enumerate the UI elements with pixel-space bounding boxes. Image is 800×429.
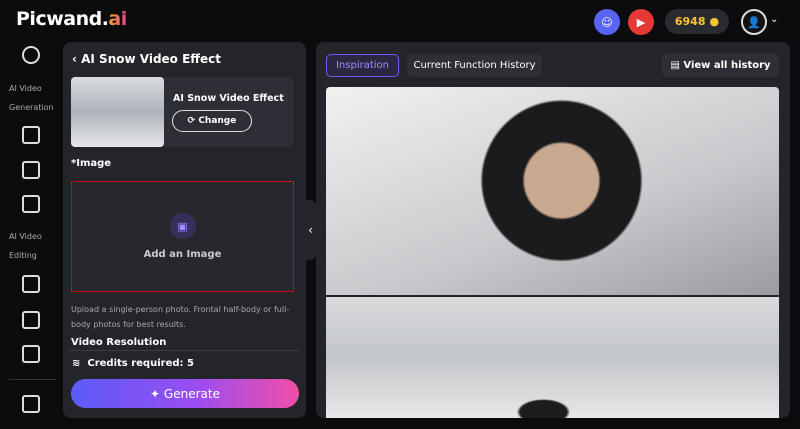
text-icon[interactable] [22,195,40,213]
chevron-down-icon[interactable]: ⌄ [770,14,778,25]
avatar-icon[interactable]: 👤 [741,9,767,35]
video-enhance-icon[interactable] [22,311,40,329]
coins-icon: ≋ [72,358,81,369]
inspiration-image-1[interactable] [326,87,779,295]
logo[interactable]: Picwand.ai [16,8,127,30]
video-edit-icon[interactable] [22,275,40,293]
effect-thumbnail [71,77,164,147]
generate-button[interactable]: ✦ Generate [71,379,299,408]
effect-name: AI Snow Video Effect [173,93,284,104]
upload-area[interactable]: ▣ Add an Image [71,181,294,292]
youtube-icon[interactable]: ▶ [628,9,654,35]
add-image-icon: ▣ [169,213,196,239]
sidebar-section-editing: AI Video Editing [9,232,42,260]
folder-icon: ▤ [670,59,680,71]
credits-required: ≋ Credits required: 5 [72,358,194,369]
sidebar-section-generation: AI Video Generation [9,84,54,112]
upload-hint: Upload a single-person photo. Frontal ha… [71,305,290,329]
discord-icon[interactable]: ☺ [594,9,620,35]
collapse-toggle[interactable]: ‹ [305,200,316,260]
resolution-label: Video Resolution [71,337,167,348]
effect-card: AI Snow Video Effect ⟳ Change [71,77,294,147]
credits-badge[interactable]: 6948 ● [665,9,729,34]
view-all-history-button[interactable]: ▤ View all history [662,53,779,77]
coin-icon: ● [709,15,720,28]
inspiration-image-2[interactable] [326,297,779,418]
image-label: *Image [71,158,112,169]
generation-icon[interactable] [22,46,40,64]
back-title[interactable]: ‹ AI Snow Video Effect [72,52,221,66]
sparkle-icon[interactable] [22,126,40,144]
divider [68,350,300,351]
video-layers-icon[interactable] [22,345,40,363]
divider [9,379,56,380]
change-button[interactable]: ⟳ Change [172,110,252,132]
tab-current-history[interactable]: Current Function History [407,54,542,77]
folder-icon[interactable] [22,395,40,413]
tab-inspiration[interactable]: Inspiration [326,54,399,77]
image-icon[interactable] [22,161,40,179]
